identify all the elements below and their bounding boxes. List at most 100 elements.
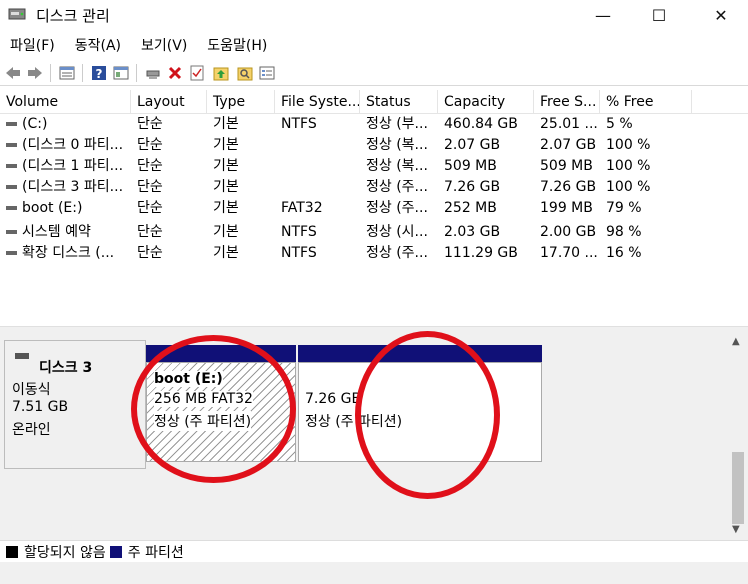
cell-type: 기본 xyxy=(213,116,239,132)
column-free-space[interactable]: Free S... xyxy=(534,90,600,114)
partition-body[interactable]: 7.26 GB 정상 (주 파티션) xyxy=(298,362,542,462)
cell-percent-free: 79 % xyxy=(606,200,642,216)
menu-bar: 파일(F) 동작(A) 보기(V) 도움말(H) xyxy=(0,32,748,58)
cell-volume: (디스크 1 파티... xyxy=(22,158,124,174)
window-title: 디스크 관리 xyxy=(36,7,110,25)
cell-status: 정상 (주... xyxy=(366,200,428,216)
partition-name: boot (E:) xyxy=(154,371,223,387)
cell-volume: (디스크 3 파티... xyxy=(22,179,124,195)
table-row[interactable]: (디스크 1 파티... 단순 기본 정상 (복... 509 MB 509 MB 100 … xyxy=(0,156,748,177)
disk-name: 디스크 3 xyxy=(39,360,93,376)
legend-primary-label: 주 파티션 xyxy=(127,544,184,561)
cell-type: 기본 xyxy=(213,245,239,261)
properties-icon[interactable] xyxy=(112,64,130,82)
scroll-thumb[interactable] xyxy=(732,452,744,524)
legend-primary-swatch xyxy=(109,545,122,558)
cell-file-system xyxy=(281,177,360,198)
cell-layout: 단순 xyxy=(137,137,163,153)
disk-3-label[interactable]: 디스크 3 이동식 7.51 GB 온라인 xyxy=(4,340,146,469)
partition-status: 정상 (주 파티션) xyxy=(305,414,403,430)
column-layout[interactable]: Layout xyxy=(131,90,207,114)
volume-icon xyxy=(6,206,17,210)
cell-status: 정상 (시... xyxy=(366,224,428,240)
table-row[interactable]: (C:) 단순 기본 NTFS 정상 (부... 460.84 GB 25.01 ... 5 … xyxy=(0,114,748,135)
view-icon[interactable] xyxy=(258,64,276,82)
scroll-up-icon[interactable]: ▲ xyxy=(732,336,740,347)
table-row[interactable]: (디스크 0 파티... 단순 기본 정상 (복... 2.07 GB 2.07 GB 10… xyxy=(0,135,748,156)
column-type[interactable]: Type xyxy=(207,90,275,114)
partition-status: 정상 (주 파티션) xyxy=(154,411,252,431)
cell-layout: 단순 xyxy=(137,116,163,132)
legend: 할당되지 않음 주 파티션 xyxy=(0,540,748,562)
cell-percent-free: 100 % xyxy=(606,158,651,174)
cell-file-system xyxy=(281,156,360,177)
table-row[interactable]: boot (E:) 단순 기본 FAT32 정상 (주... 252 MB 199 MB 79… xyxy=(0,198,748,219)
cell-file-system: FAT32 xyxy=(281,200,323,216)
partition-header-bar xyxy=(146,345,296,362)
table-row[interactable]: (디스크 3 파티... 단순 기본 정상 (주... 7.26 GB 7.26 GB 10… xyxy=(0,177,748,198)
menu-help[interactable]: 도움말(H) xyxy=(205,33,269,57)
cell-capacity: 2.07 GB xyxy=(444,137,501,153)
cell-file-system: NTFS xyxy=(281,245,317,261)
cell-layout: 단순 xyxy=(137,179,163,195)
connect-icon[interactable] xyxy=(144,64,162,82)
cell-percent-free: 98 % xyxy=(606,224,642,240)
cell-free-space: 199 MB xyxy=(540,200,593,216)
table-row[interactable]: 시스템 예약 단순 기본 NTFS 정상 (시... 2.03 GB 2.00 GB 98 % xyxy=(0,222,748,243)
cell-capacity: 111.29 GB xyxy=(444,245,518,261)
toolbar-separator xyxy=(82,64,83,82)
legend-unallocated-swatch xyxy=(6,545,18,558)
close-button[interactable]: ✕ xyxy=(698,0,744,30)
delete-icon[interactable] xyxy=(166,64,184,82)
graph-scrollbar[interactable]: ▲ ▼ xyxy=(728,332,748,540)
scroll-down-icon[interactable]: ▼ xyxy=(732,524,740,535)
column-percent-free[interactable]: % Free xyxy=(600,90,692,114)
volume-table: Volume Layout Type File Syste... Status … xyxy=(0,90,748,326)
table-row[interactable]: 확장 디스크 (... 단순 기본 NTFS 정상 (주... 111.29 GB 17.7… xyxy=(0,243,748,264)
menu-file[interactable]: 파일(F) xyxy=(8,33,57,57)
cell-status: 정상 (복... xyxy=(366,158,428,174)
partition-unnamed[interactable]: 7.26 GB 정상 (주 파티션) xyxy=(298,345,542,465)
menu-action[interactable]: 동작(A) xyxy=(73,33,123,57)
disk-type: 이동식 xyxy=(12,382,51,398)
column-volume[interactable]: Volume xyxy=(0,90,131,114)
cell-layout: 단순 xyxy=(137,200,163,216)
partition-body[interactable]: boot (E:) 256 MB FAT32 정상 (주 파티션) xyxy=(146,362,296,462)
table-header: Volume Layout Type File Syste... Status … xyxy=(0,90,748,114)
minimize-button[interactable]: — xyxy=(580,0,626,30)
cell-type: 기본 xyxy=(213,179,239,195)
forward-icon[interactable] xyxy=(26,64,44,82)
cell-layout: 단순 xyxy=(137,158,163,174)
cell-layout: 단순 xyxy=(137,245,163,261)
back-icon[interactable] xyxy=(4,64,22,82)
cell-type: 기본 xyxy=(213,158,239,174)
cell-capacity: 7.26 GB xyxy=(444,179,501,195)
column-file-system[interactable]: File Syste... xyxy=(275,90,360,114)
cell-file-system xyxy=(281,135,360,156)
column-status[interactable]: Status xyxy=(360,90,438,114)
volume-icon xyxy=(6,143,17,147)
volume-icon xyxy=(6,164,17,168)
disk-list-icon[interactable] xyxy=(58,64,76,82)
cell-percent-free: 5 % xyxy=(606,116,633,132)
toolbar-separator xyxy=(136,64,137,82)
cell-free-space: 7.26 GB xyxy=(540,179,597,195)
checklist-icon[interactable] xyxy=(188,64,206,82)
cell-type: 기본 xyxy=(213,137,239,153)
toolbar-separator xyxy=(50,64,51,82)
search-icon[interactable] xyxy=(236,64,254,82)
partition-size: 256 MB FAT32 xyxy=(154,391,253,407)
help-icon[interactable]: ? xyxy=(90,64,108,82)
cell-free-space: 25.01 ... xyxy=(540,116,598,132)
cell-percent-free: 16 % xyxy=(606,245,642,261)
status-bar xyxy=(0,562,748,584)
menu-view[interactable]: 보기(V) xyxy=(139,33,189,57)
partition-boot[interactable]: boot (E:) 256 MB FAT32 정상 (주 파티션) xyxy=(146,345,296,465)
disk-icon xyxy=(15,353,29,359)
volume-icon xyxy=(6,122,17,126)
legend-unallocated-label: 할당되지 않음 xyxy=(24,544,106,561)
maximize-button[interactable]: ☐ xyxy=(636,0,682,30)
column-capacity[interactable]: Capacity xyxy=(438,90,534,114)
upload-icon[interactable] xyxy=(212,64,230,82)
cell-status: 정상 (주... xyxy=(366,245,428,261)
